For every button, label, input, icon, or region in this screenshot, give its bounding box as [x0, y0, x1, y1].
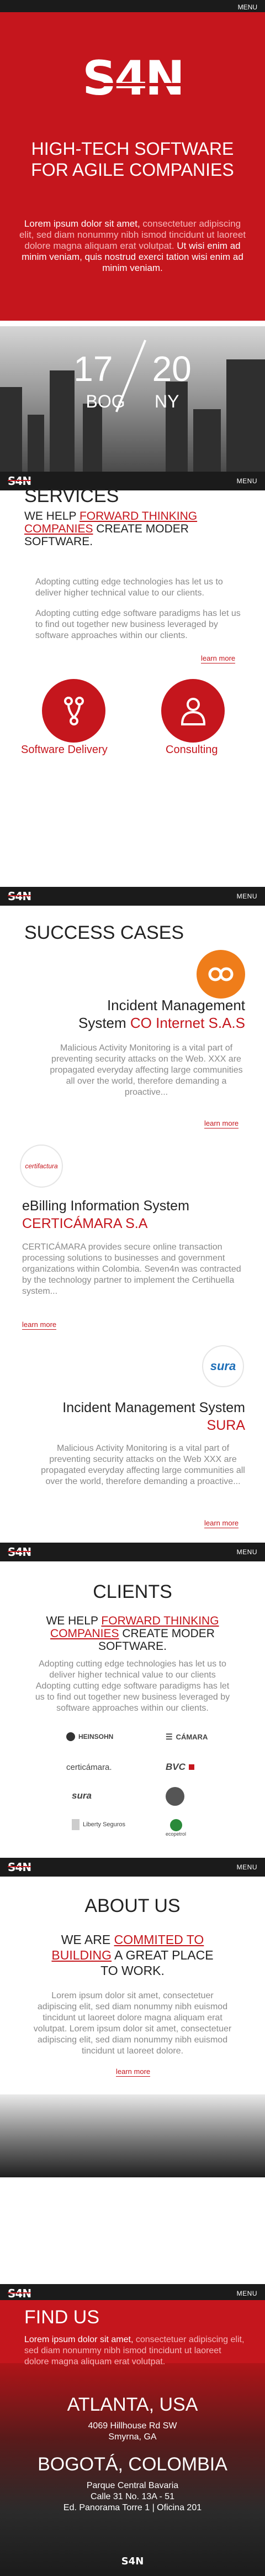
- branch-icon: [63, 696, 84, 725]
- case3-text: Malicious Activity Monitoring is a vital…: [41, 1444, 245, 1486]
- about-paragraph: Lorem ipsum dolor sit amet, consectetuer…: [33, 1991, 232, 2056]
- menu-button[interactable]: MENU: [237, 1863, 257, 1871]
- find-us-heading: FIND US: [24, 2307, 99, 2328]
- about-heading: ABOUT US: [84, 1895, 181, 1916]
- case1-title: Incident Management System CO Internet S…: [78, 997, 245, 1031]
- case3-logo: sura: [202, 1345, 244, 1387]
- footer-logo: S4N: [121, 2556, 144, 2567]
- services-paragraph-1: Adopting cutting edge technologies has l…: [35, 577, 223, 598]
- menu-button[interactable]: MENU: [237, 892, 257, 900]
- client-logo-sura: sura: [72, 1790, 92, 1801]
- client-logo-camara: ☰ CÁMARA: [166, 1732, 208, 1741]
- page: MENU S4N HIGH-TECH SOFTWARE FOR AGILE CO…: [0, 0, 265, 2576]
- software-delivery-label[interactable]: Software Delivery: [21, 744, 108, 756]
- clients-lead: WE HELP FORWARD THINKING COMPANIES CREAT…: [46, 1614, 219, 1653]
- clients-paragraph: Adopting cutting edge technologies has l…: [35, 1659, 230, 1713]
- navbar: S4N MENU: [0, 1543, 265, 1561]
- office-atlanta-address: 4069 Hillhouse Rd SW Smyrna, GA: [88, 2421, 177, 2442]
- navbar: S4N MENU: [0, 1858, 265, 1877]
- top-bar: [0, 0, 265, 12]
- about-learn-more-link[interactable]: learn more: [116, 2067, 151, 2077]
- logo[interactable]: S4N: [8, 1545, 31, 1559]
- hero-section: MENU S4N HIGH-TECH SOFTWARE FOR AGILE CO…: [0, 0, 265, 321]
- case2-text: CERTICÁMARA provides secure online trans…: [22, 1242, 241, 1296]
- client-logo-heinsohn: HEINSOHN: [66, 1732, 113, 1741]
- find-us-text: Lorem ipsum dolor sit amet, consectetuer…: [24, 2335, 245, 2366]
- menu-button[interactable]: MENU: [237, 2290, 257, 2297]
- menu-button[interactable]: MENU: [237, 1548, 257, 1556]
- case2-learn-more-link[interactable]: learn more: [22, 1320, 57, 1330]
- office-bogota-address: Parque Central Bavaria Calle 31 No. 13A …: [63, 2481, 202, 2512]
- client-logo-certicamara: certicámara.: [66, 1763, 112, 1772]
- services-paragraph-2: Adopting cutting edge software paradigms…: [35, 609, 241, 640]
- menu-button[interactable]: MENU: [238, 3, 257, 11]
- case3-learn-more-link[interactable]: learn more: [204, 1519, 239, 1528]
- city-clock-banner: 17 20 BOG NY: [0, 326, 265, 487]
- case1-learn-more-link[interactable]: learn more: [204, 1119, 239, 1128]
- client-logo-liberty: Liberty Seguros: [72, 1819, 125, 1830]
- clients-heading: CLIENTS: [93, 1581, 172, 1602]
- client-logo-co-internet: [166, 1787, 184, 1806]
- client-logo-bvc: BVC: [166, 1762, 194, 1773]
- case3-title: Incident Management System SURA: [62, 1400, 245, 1433]
- co-internet-icon: [208, 967, 234, 981]
- hero-logo: S4N: [82, 51, 185, 106]
- logo[interactable]: S4N: [8, 890, 31, 903]
- software-delivery-icon[interactable]: [42, 679, 105, 743]
- office-atlanta-title: ATLANTA, USA: [67, 2394, 198, 2415]
- office-bogota-title: BOGOTÁ, COLOMBIA: [38, 2454, 227, 2475]
- menu-button[interactable]: MENU: [237, 477, 257, 485]
- about-office-image: [0, 2094, 265, 2177]
- case1-logo: [197, 950, 245, 999]
- logo-cut: [66, 83, 199, 86]
- case2-logo: certifactura: [20, 1145, 63, 1188]
- services-lead: WE HELP FORWARD THINKING COMPANIES CREAT…: [24, 510, 198, 548]
- case2-title: eBilling Information System CERTICÁMARA …: [22, 1198, 189, 1231]
- services-learn-more-link[interactable]: learn more: [201, 654, 236, 663]
- logo[interactable]: S4N: [8, 2287, 31, 2300]
- about-lead: WE ARE COMMITED TO BUILDING A GREAT PLAC…: [51, 1932, 214, 1978]
- hero-title: HIGH-TECH SOFTWARE FOR AGILE COMPANIES: [31, 139, 234, 180]
- navbar: S4N MENU: [0, 887, 265, 906]
- hero-text: Lorem ipsum dolor sit amet, consectetuer…: [19, 218, 246, 273]
- consulting-icon[interactable]: [161, 679, 225, 743]
- consulting-label[interactable]: Consulting: [166, 744, 218, 756]
- clock-cities: BOG NY: [86, 391, 179, 411]
- success-cases-heading: SUCCESS CASES: [24, 922, 184, 943]
- logo[interactable]: S4N: [8, 1861, 31, 1874]
- person-icon: [181, 697, 205, 725]
- client-logo-ecopetrol: ecopetrol: [166, 1819, 186, 1837]
- case1-text: Malicious Activity Monitoring is a vital…: [50, 1043, 243, 1097]
- services-heading: SERVICES: [24, 485, 119, 506]
